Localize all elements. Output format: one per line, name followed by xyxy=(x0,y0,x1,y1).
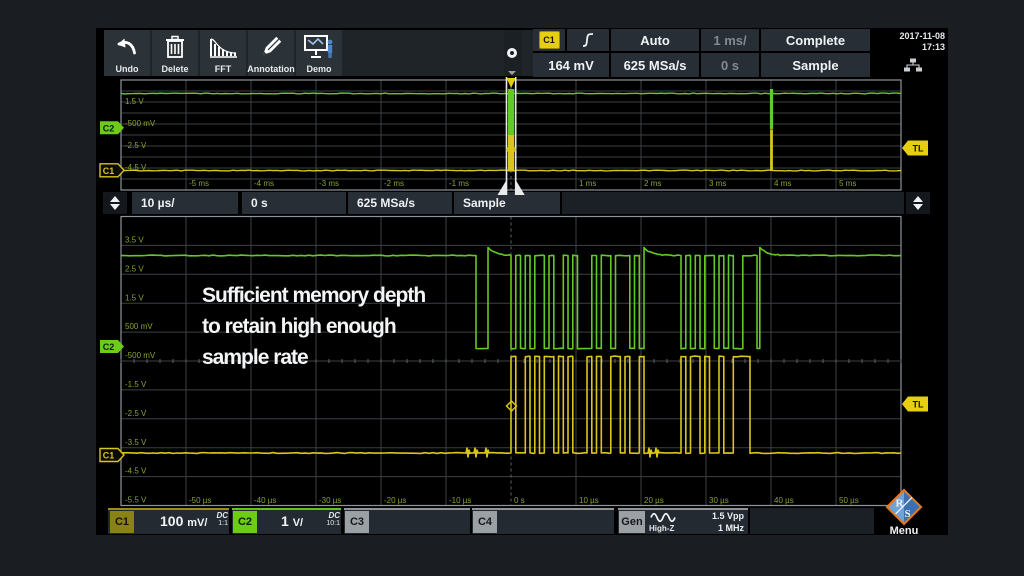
channel2-value[interactable]: 1 V/ xyxy=(281,513,303,529)
annotation-line: sample rate xyxy=(202,342,425,373)
overview-event-green xyxy=(770,89,773,129)
main-y-label: 500 mV xyxy=(125,322,153,331)
zoom-window-left-handle[interactable] xyxy=(498,180,507,195)
overview-y-label: 1.5 V xyxy=(125,97,144,106)
overview-c1-marker-label: C1 xyxy=(103,166,115,176)
main-y-label: 2.5 V xyxy=(125,264,144,273)
zoom-window-right-handle[interactable] xyxy=(516,180,525,195)
overview-x-label: 1 ms xyxy=(579,179,596,188)
menu-label: Menu xyxy=(874,525,934,537)
svg-text:S: S xyxy=(905,508,911,520)
svg-text:R: R xyxy=(896,498,905,510)
main-y-label: -4.5 V xyxy=(125,467,147,476)
main-x-label: -10 µs xyxy=(449,496,471,505)
trigger-position-marker[interactable] xyxy=(507,78,516,88)
main-c2-marker-label: C2 xyxy=(103,342,115,352)
channel2-scale: 1 xyxy=(281,513,289,529)
channel2-unit: V/ xyxy=(293,517,303,529)
main-y-label: -1.5 V xyxy=(125,380,147,389)
channel2-badge[interactable]: C2 xyxy=(233,511,257,533)
oscilloscope-screen: UndoDeleteFFTAnnotationDemo C1Auto1 ms/C… xyxy=(0,0,1024,576)
channel1-value[interactable]: 100 mV/ xyxy=(160,513,207,529)
main-x-label: -40 µs xyxy=(254,496,276,505)
overview-x-label: 5 ms xyxy=(839,179,856,188)
generator-values: 1.5 Vpp1 MHz xyxy=(656,510,744,534)
overview-x-label: -5 ms xyxy=(189,179,209,188)
main-x-label: 20 µs xyxy=(644,496,664,505)
channel4-badge[interactable]: C4 xyxy=(473,511,497,533)
generator-amplitude: 1.5 Vpp xyxy=(656,510,744,522)
channel1-coupling-info: DC1:1 xyxy=(208,512,228,528)
main-x-label: 30 µs xyxy=(709,496,729,505)
overview-x-label: -2 ms xyxy=(384,179,404,188)
annotation-line: to retain high enough xyxy=(202,311,425,342)
channel2-probe: 10:1 xyxy=(320,520,340,528)
main-c1-marker-label: C1 xyxy=(103,451,115,461)
channel1-coupling: DC xyxy=(208,512,228,520)
overview-x-label: 2 ms xyxy=(644,179,661,188)
menu-button[interactable]: RSMenu xyxy=(874,486,934,536)
main-x-label: 50 µs xyxy=(839,496,859,505)
position-indicator-dot[interactable] xyxy=(507,48,517,58)
channel-bar: C1100 mV/DC1:1C21 V/DC10:1C3C4GenHigh-Z1… xyxy=(96,508,948,535)
main-y-label: -2.5 V xyxy=(125,409,147,418)
overview-x-label: 3 ms xyxy=(709,179,726,188)
generator-frequency: 1 MHz xyxy=(656,522,744,534)
overview-y-label: -2.5 V xyxy=(125,141,147,150)
channel2-coupling: DC xyxy=(320,512,340,520)
main-x-label: 0 s xyxy=(514,496,525,505)
main-y-label: -500 mV xyxy=(125,351,156,360)
collapse-triangle-icon[interactable] xyxy=(508,71,516,75)
main-y-label: -5.5 V xyxy=(125,496,147,505)
main-y-label: 1.5 V xyxy=(125,293,144,302)
main-y-label: 3.5 V xyxy=(125,236,144,245)
main-trigger-level-marker-label: TL xyxy=(913,400,924,410)
annotation-text: Sufficient memory depthto retain high en… xyxy=(202,280,425,373)
screen-background: UndoDeleteFFTAnnotationDemo C1Auto1 ms/C… xyxy=(96,28,948,535)
overview-x-label: 4 ms xyxy=(774,179,791,188)
overview-c2-marker-label: C2 xyxy=(103,123,115,133)
channel1-probe: 1:1 xyxy=(208,520,228,528)
main-x-label: -20 µs xyxy=(384,496,406,505)
channel2-coupling-info: DC10:1 xyxy=(320,512,340,528)
overview-event-yellow xyxy=(770,130,773,172)
generator-badge[interactable]: Gen xyxy=(619,511,645,533)
overview-x-label: -1 ms xyxy=(449,179,469,188)
main-x-label: 40 µs xyxy=(774,496,794,505)
main-y-label: -3.5 V xyxy=(125,438,147,447)
annotation-line: Sufficient memory depth xyxy=(202,280,425,311)
bottom-bar-filler[interactable] xyxy=(750,508,874,534)
main-x-label: 10 µs xyxy=(579,496,599,505)
overview-trigger-level-marker-label: TL xyxy=(913,144,924,154)
main-x-label: -30 µs xyxy=(319,496,341,505)
channel1-badge[interactable]: C1 xyxy=(110,511,134,533)
channel3-badge[interactable]: C3 xyxy=(345,511,369,533)
overview-x-label: -4 ms xyxy=(254,179,274,188)
channel1-scale: 100 xyxy=(160,513,183,529)
overview-x-label: -3 ms xyxy=(319,179,339,188)
rs-logo: RS xyxy=(882,487,926,529)
channel1-unit: mV/ xyxy=(187,517,207,529)
overview-y-label: -500 mV xyxy=(125,119,156,128)
main-x-label: -50 µs xyxy=(189,496,211,505)
zoom-window-green-fill xyxy=(508,89,514,135)
